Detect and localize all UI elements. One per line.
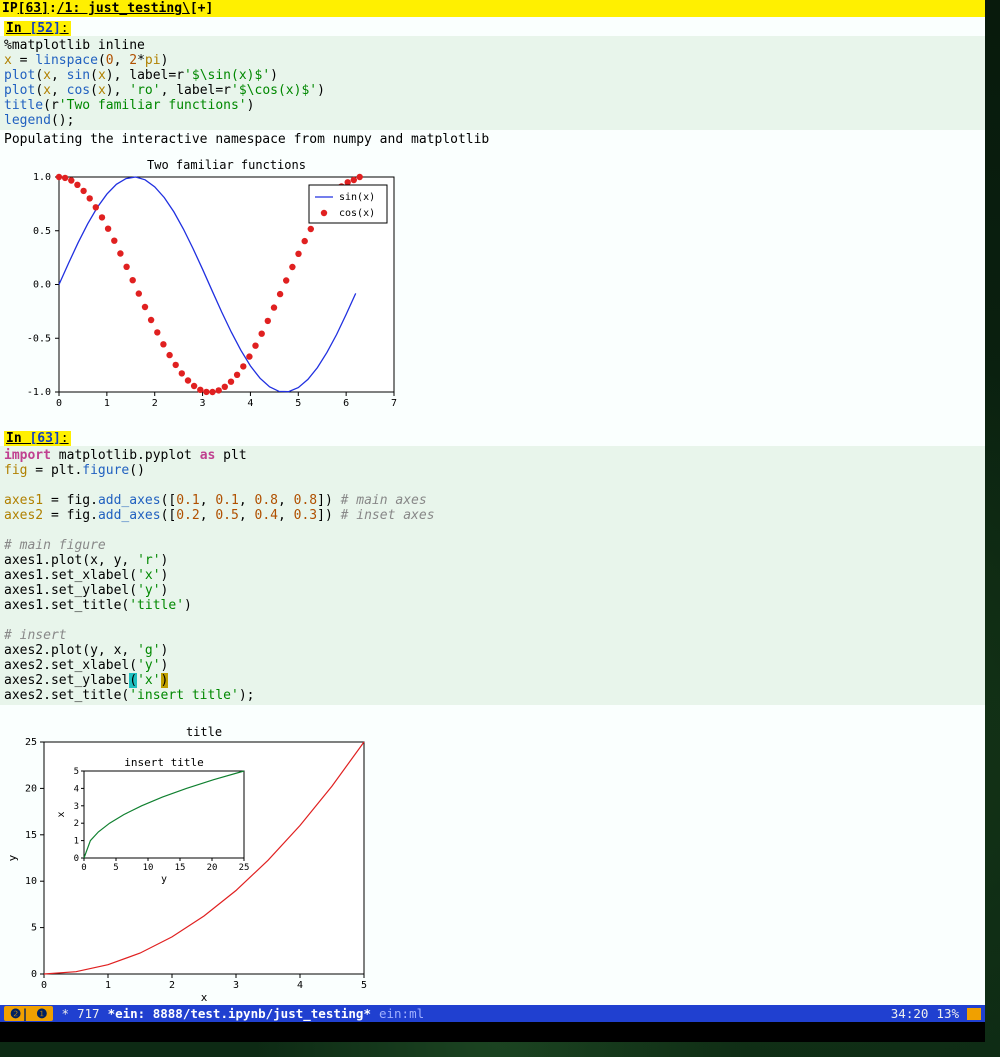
svg-text:4: 4 [297,980,303,991]
chart-two-familiar: Two familiar functions 0 1 2 3 4 5 6 7 -1.0 -0.5 0.… [4,157,399,417]
svg-text:5: 5 [295,398,301,409]
svg-text:15: 15 [25,830,37,841]
svg-text:25: 25 [239,863,250,873]
modeline-indicator-icon [967,1008,981,1020]
svg-text:0: 0 [81,863,86,873]
cell-1-output-text: Populating the interactive namespace fro… [0,130,985,149]
modeline-line: 717 [77,1006,100,1021]
svg-text:cos(x): cos(x) [339,208,375,219]
svg-text:3: 3 [200,398,206,409]
svg-text:0: 0 [56,398,62,409]
cell-2[interactable]: In [63]: import matplotlib.pyplot as plt… [0,427,985,1013]
svg-text:1: 1 [104,398,110,409]
modeline-evil-state: ❷| ❶ [4,1006,53,1021]
svg-text:15: 15 [175,863,186,873]
buffer-titlebar: IP[63]: /1: just_testing\ [+] [0,0,985,17]
svg-text:10: 10 [25,876,37,887]
titlebar-sep: : [49,1,57,16]
svg-text:1: 1 [74,837,79,847]
svg-text:1.0: 1.0 [33,172,51,183]
svg-text:5: 5 [74,767,79,777]
svg-text:6: 6 [343,398,349,409]
editor-frame: IP[63]: /1: just_testing\ [+] In [52]: %… [0,0,985,1022]
titlebar-num: [63] [18,1,49,16]
svg-text:5: 5 [361,980,367,991]
svg-text:0.5: 0.5 [33,226,51,237]
cell-1-prompt: In [52]: [4,21,71,36]
svg-text:4: 4 [247,398,253,409]
svg-text:y: y [161,874,167,885]
svg-text:7: 7 [391,398,397,409]
svg-text:title: title [186,725,222,739]
titlebar-path: /1: just_testing\ [57,1,190,16]
svg-text:5: 5 [113,863,118,873]
modeline-modified: * [61,1006,69,1021]
svg-text:2: 2 [152,398,158,409]
titlebar-ip: IP [2,1,18,16]
modeline-major-mode: ein:ml [379,1006,424,1021]
svg-text:sin(x): sin(x) [339,192,375,203]
svg-text:4: 4 [74,784,79,794]
chart-inset: title0123450510152025xyinsert title05101… [4,713,404,1003]
svg-text:3: 3 [74,802,79,812]
cell-2-code[interactable]: import matplotlib.pyplot as plt fig = pl… [0,446,985,705]
svg-text:0: 0 [41,980,47,991]
svg-text:-0.5: -0.5 [27,333,51,344]
cell-1-code[interactable]: %matplotlib inline x = linspace(0, 2*pi)… [0,36,985,130]
cell-2-chart: title0123450510152025xyinsert title05101… [0,705,985,1013]
svg-text:5: 5 [31,923,37,934]
svg-text:2: 2 [74,819,79,829]
cell-1-chart: Two familiar functions 0 1 2 3 4 5 6 7 -1.0 -0.5 0.… [0,149,985,427]
svg-text:3: 3 [233,980,239,991]
svg-text:20: 20 [207,863,218,873]
svg-text:y: y [6,854,19,861]
modeline: ❷| ❶ * 717 *ein: 8888/test.ipynb/just_te… [0,1005,985,1022]
svg-text:10: 10 [143,863,154,873]
svg-text:1: 1 [105,980,111,991]
modeline-buffer-name: *ein: 8888/test.ipynb/just_testing* [108,1006,371,1021]
svg-text:-1.0: -1.0 [27,387,51,398]
titlebar-suffix: [+] [190,1,213,16]
svg-text:0: 0 [74,854,79,864]
svg-text:0: 0 [31,969,37,980]
svg-text:20: 20 [25,783,37,794]
svg-text:2: 2 [169,980,175,991]
cell-1[interactable]: In [52]: %matplotlib inline x = linspace… [0,17,985,427]
svg-text:x: x [56,811,67,817]
cell-2-prompt: In [63]: [4,431,71,446]
svg-text:25: 25 [25,737,37,748]
svg-text:Two familiar functions: Two familiar functions [147,158,306,172]
svg-text:x: x [201,991,208,1003]
modeline-percent: 13% [936,1006,959,1021]
svg-text:0.0: 0.0 [33,280,51,291]
svg-text:insert title: insert title [124,756,203,769]
minibuffer[interactable] [0,1022,985,1042]
modeline-cursor-pos: 34:20 [891,1006,929,1021]
